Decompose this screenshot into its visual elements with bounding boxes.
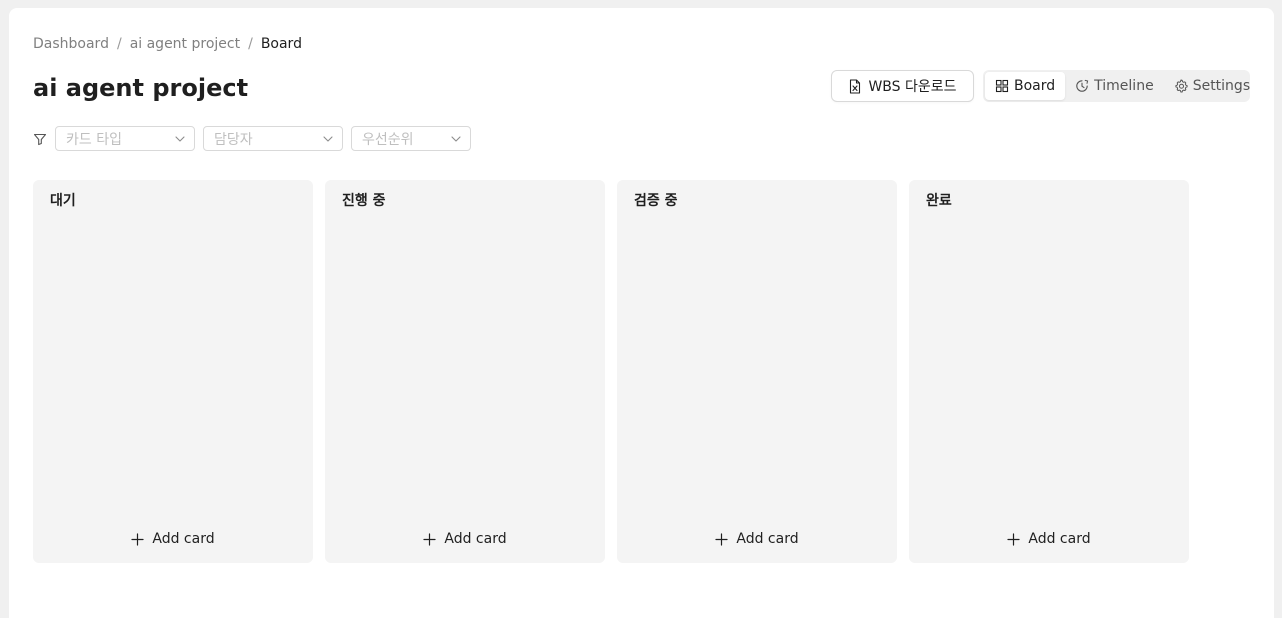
wbs-download-button[interactable]: WBS 다운로드 — [831, 70, 974, 102]
column-done: 완료 Add card — [909, 180, 1189, 563]
tab-timeline-label: Timeline — [1094, 78, 1154, 94]
column-title: 대기 — [50, 193, 76, 209]
priority-placeholder: 우선순위 — [362, 131, 414, 148]
add-card-button[interactable]: Add card — [325, 527, 605, 551]
plus-icon — [423, 532, 436, 546]
filter-bar: 카드 타입 담당자 우선순위 — [33, 126, 479, 151]
add-card-button[interactable]: Add card — [617, 527, 897, 551]
tab-board[interactable]: Board — [985, 72, 1066, 100]
assignee-placeholder: 담당자 — [214, 131, 253, 148]
column-title: 완료 — [926, 193, 952, 209]
add-card-button[interactable]: Add card — [33, 527, 313, 551]
breadcrumb-separator: / — [116, 36, 122, 52]
tab-settings[interactable]: Settings — [1164, 72, 1260, 100]
column-title: 진행 중 — [342, 193, 386, 209]
breadcrumb-project[interactable]: ai agent project — [130, 35, 240, 53]
kanban-board: 대기 Add card 진행 중 Add card 검증 중 Add card … — [33, 180, 1201, 563]
filter-icon — [33, 132, 47, 146]
chevron-down-icon — [450, 133, 462, 145]
breadcrumb-dashboard[interactable]: Dashboard — [33, 35, 109, 53]
add-card-button[interactable]: Add card — [909, 527, 1189, 551]
add-card-label: Add card — [152, 531, 215, 547]
card-type-placeholder: 카드 타입 — [66, 131, 122, 148]
add-card-label: Add card — [1028, 531, 1091, 547]
tab-timeline[interactable]: Timeline — [1065, 72, 1164, 100]
gear-icon — [1174, 79, 1188, 93]
board-grid-icon — [995, 79, 1009, 93]
breadcrumb-board: Board — [260, 36, 302, 52]
plus-icon — [715, 532, 728, 546]
clock-icon — [1075, 79, 1089, 93]
tab-settings-label: Settings — [1192, 78, 1251, 94]
tab-board-label: Board — [1014, 78, 1056, 94]
card-type-select[interactable]: 카드 타입 — [55, 126, 195, 151]
priority-select[interactable]: 우선순위 — [351, 126, 471, 151]
view-switcher: Board Timeline Settings — [983, 70, 1250, 102]
wbs-download-label: WBS 다운로드 — [868, 79, 957, 95]
breadcrumb-separator: / — [248, 36, 253, 52]
column-title: 검증 중 — [634, 193, 678, 209]
plus-icon — [131, 532, 144, 546]
breadcrumb: Dashboard / ai agent project / Board — [33, 35, 302, 53]
page-title: ai agent project — [33, 74, 249, 102]
chevron-down-icon — [174, 133, 186, 145]
page-container: Dashboard / ai agent project / Board ai … — [9, 8, 1274, 618]
column-waiting: 대기 Add card — [33, 180, 313, 563]
add-card-label: Add card — [736, 531, 799, 547]
add-card-label: Add card — [444, 531, 507, 547]
column-in-progress: 진행 중 Add card — [325, 180, 605, 563]
chevron-down-icon — [322, 133, 334, 145]
assignee-select[interactable]: 담당자 — [203, 126, 343, 151]
column-in-review: 검증 중 Add card — [617, 180, 897, 563]
excel-file-icon — [848, 78, 862, 94]
plus-icon — [1007, 532, 1020, 546]
